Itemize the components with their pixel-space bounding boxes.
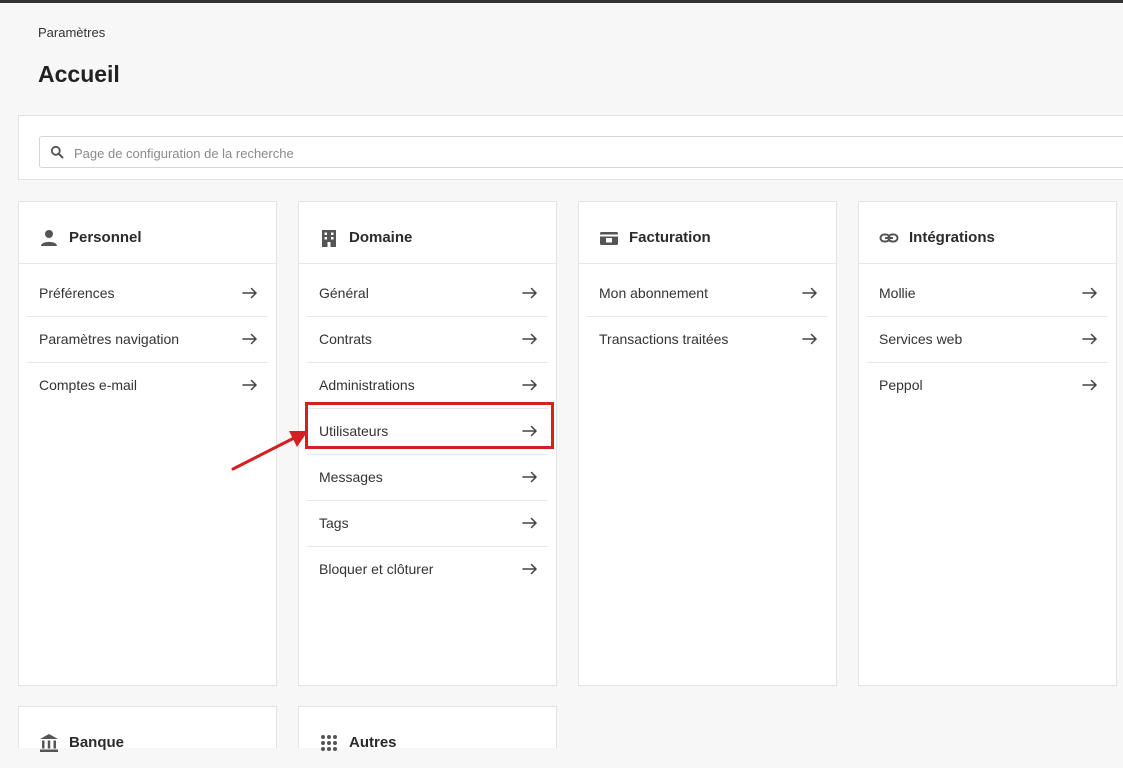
item-label: Utilisateurs <box>319 423 389 439</box>
card-title: Intégrations <box>909 229 995 246</box>
settings-item-contracts[interactable]: Contrats <box>307 317 548 363</box>
settings-list: Général Contrats Administrations Utilisa… <box>299 264 556 592</box>
user-icon <box>41 230 57 246</box>
arrow-right-icon <box>1082 333 1098 345</box>
card-title: Personnel <box>69 229 142 246</box>
search-icon <box>50 145 64 159</box>
billing-icon <box>600 232 618 245</box>
settings-item-mollie[interactable]: Mollie <box>867 271 1108 317</box>
arrow-right-icon <box>242 287 258 299</box>
item-label: Préférences <box>39 285 115 301</box>
card-title: Facturation <box>629 229 711 246</box>
card-domaine: Domaine Général Contrats Administrations… <box>298 201 557 686</box>
arrow-right-icon <box>522 287 538 299</box>
arrow-right-icon <box>522 471 538 483</box>
card-header: Banque <box>19 707 276 768</box>
arrow-right-icon <box>242 333 258 345</box>
settings-item-messages[interactable]: Messages <box>307 455 548 501</box>
item-label: Messages <box>319 469 383 485</box>
arrow-right-icon <box>522 379 538 391</box>
item-label: Transactions traitées <box>599 331 729 347</box>
card-facturation: Facturation Mon abonnement Transactions … <box>578 201 837 686</box>
card-autres: Autres <box>298 706 557 751</box>
page-title: Accueil <box>38 61 120 87</box>
card-integrations: Intégrations Mollie Services web Peppol <box>858 201 1117 686</box>
arrow-right-icon <box>522 333 538 345</box>
settings-item-block-close[interactable]: Bloquer et clôturer <box>307 547 548 592</box>
settings-item-navigation[interactable]: Paramètres navigation <box>27 317 268 363</box>
settings-list: Mon abonnement Transactions traitées <box>579 264 836 362</box>
settings-item-web-services[interactable]: Services web <box>867 317 1108 363</box>
settings-list: Mollie Services web Peppol <box>859 264 1116 408</box>
item-label: Services web <box>879 331 963 347</box>
search-input[interactable] <box>72 137 1116 169</box>
search-panel <box>18 115 1123 180</box>
card-title: Autres <box>349 734 397 751</box>
search-box[interactable] <box>39 136 1123 169</box>
settings-item-preferences[interactable]: Préférences <box>27 271 268 317</box>
card-header: Facturation <box>579 202 836 264</box>
item-label: Paramètres navigation <box>39 331 180 347</box>
settings-item-administrations[interactable]: Administrations <box>307 363 548 409</box>
settings-list: Préférences Paramètres navigation Compte… <box>19 264 276 408</box>
card-title: Domaine <box>349 229 413 246</box>
card-banque: Banque <box>18 706 277 752</box>
settings-item-transactions[interactable]: Transactions traitées <box>587 317 828 362</box>
arrow-right-icon <box>802 287 818 299</box>
settings-item-subscription[interactable]: Mon abonnement <box>587 271 828 317</box>
arrow-right-icon <box>1082 379 1098 391</box>
link-icon <box>879 233 899 243</box>
item-label: Mon abonnement <box>599 285 708 301</box>
arrow-right-icon <box>802 333 818 345</box>
item-label: Comptes e-mail <box>39 377 138 393</box>
building-icon <box>322 230 336 247</box>
arrow-right-icon <box>242 379 258 391</box>
settings-item-general[interactable]: Général <box>307 271 548 317</box>
item-label: Bloquer et clôturer <box>319 561 434 577</box>
card-header: Domaine <box>299 202 556 264</box>
arrow-right-icon <box>1082 287 1098 299</box>
item-label: Administrations <box>319 377 415 393</box>
top-bar <box>0 0 1123 3</box>
card-header: Personnel <box>19 202 276 264</box>
card-title: Banque <box>69 734 125 751</box>
item-label: Tags <box>319 515 349 531</box>
item-label: Peppol <box>879 377 923 393</box>
grid-icon <box>321 735 337 751</box>
arrow-right-icon <box>522 517 538 529</box>
card-header: Autres <box>299 707 556 768</box>
breadcrumb[interactable]: Paramètres <box>38 25 105 40</box>
bank-icon <box>40 734 58 752</box>
settings-item-email-accounts[interactable]: Comptes e-mail <box>27 363 268 408</box>
card-personnel: Personnel Préférences Paramètres navigat… <box>18 201 277 686</box>
item-label: Général <box>319 285 369 301</box>
item-label: Mollie <box>879 285 916 301</box>
arrow-right-icon <box>522 563 538 575</box>
card-header: Intégrations <box>859 202 1116 264</box>
settings-item-peppol[interactable]: Peppol <box>867 363 1108 408</box>
settings-item-tags[interactable]: Tags <box>307 501 548 547</box>
settings-item-users[interactable]: Utilisateurs <box>307 409 548 455</box>
arrow-right-icon <box>522 425 538 437</box>
item-label: Contrats <box>319 331 372 347</box>
